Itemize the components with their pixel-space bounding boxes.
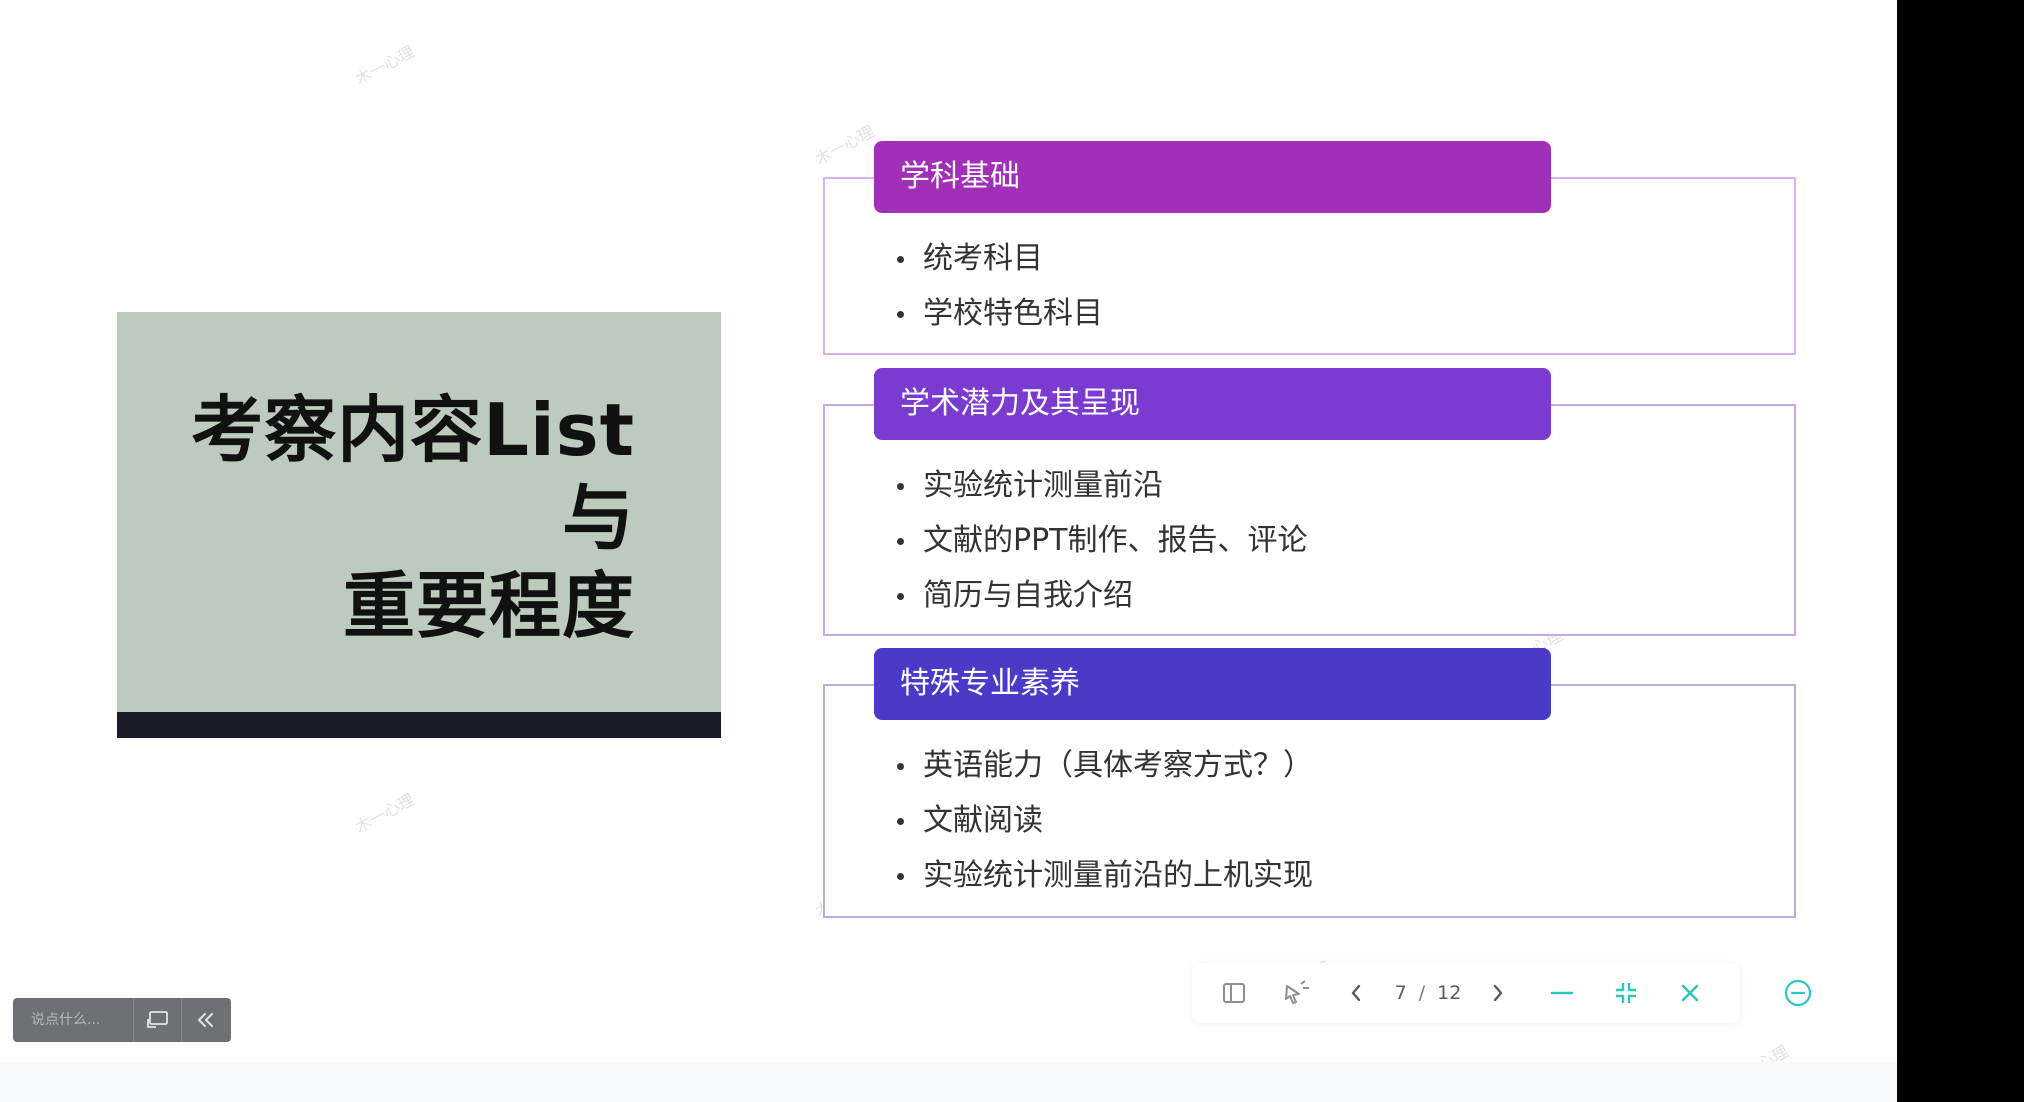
page-separator: / bbox=[1418, 982, 1426, 1004]
close-icon[interactable] bbox=[1668, 963, 1712, 1023]
current-page: 7 bbox=[1394, 982, 1407, 1004]
slide-title-line: 与 bbox=[561, 476, 635, 560]
bottom-band bbox=[0, 1062, 1897, 1102]
section-header: 学术潜力及其呈现 bbox=[874, 368, 1551, 440]
laser-pointer-icon[interactable] bbox=[1276, 963, 1320, 1023]
sidebar-panel-icon[interactable] bbox=[1212, 963, 1256, 1023]
section-header: 学科基础 bbox=[874, 141, 1551, 213]
total-pages: 12 bbox=[1437, 982, 1462, 1004]
section-academic-potential: 学术潜力及其呈现 实验统计测量前沿 文献的PPT制作、报告、评论 简历与自我介绍 bbox=[823, 368, 1796, 636]
presentation-toolbar: 7 / 12 bbox=[1192, 963, 1740, 1023]
slide-canvas: 木一心理 木一心理 木一心理 木一心理 木一心理 木一心理 木一心理 木一心理 … bbox=[0, 0, 1897, 1102]
slide-title-line: 重要程度 bbox=[342, 564, 635, 648]
list-item: 文献的PPT制作、报告、评论 bbox=[895, 513, 1308, 568]
list-item: 统考科目 bbox=[895, 231, 1103, 286]
chevron-left-icon[interactable] bbox=[1334, 963, 1378, 1023]
page-indicator: 7 / 12 bbox=[1378, 963, 1478, 1023]
chevron-right-icon[interactable] bbox=[1476, 963, 1520, 1023]
watermark: 木一心理 bbox=[351, 789, 418, 837]
section-item-list: 英语能力（具体考察方式？） 文献阅读 实验统计测量前沿的上机实现 bbox=[895, 738, 1313, 903]
more-circle-icon[interactable] bbox=[1776, 963, 1820, 1023]
section-subject-basics: 学科基础 统考科目 学校特色科目 bbox=[823, 141, 1796, 355]
title-card: 考察内容List 与 重要程度 bbox=[117, 312, 721, 738]
list-item: 英语能力（具体考察方式？） bbox=[895, 738, 1313, 793]
title-card-bar bbox=[117, 712, 721, 738]
watermark: 木一心理 bbox=[351, 41, 418, 89]
list-item: 文献阅读 bbox=[895, 793, 1313, 848]
list-item: 实验统计测量前沿的上机实现 bbox=[895, 848, 1313, 903]
slide-title: 考察内容List 与 重要程度 bbox=[191, 386, 635, 650]
collapse-double-chevron-icon[interactable] bbox=[181, 998, 229, 1042]
section-header: 特殊专业素养 bbox=[874, 648, 1551, 720]
list-item: 简历与自我介绍 bbox=[895, 568, 1308, 623]
minus-icon[interactable] bbox=[1540, 963, 1584, 1023]
screen-cast-icon[interactable] bbox=[133, 998, 181, 1042]
section-special-skills: 特殊专业素养 英语能力（具体考察方式？） 文献阅读 实验统计测量前沿的上机实现 bbox=[823, 648, 1796, 918]
list-item: 实验统计测量前沿 bbox=[895, 458, 1308, 513]
section-item-list: 统考科目 学校特色科目 bbox=[895, 231, 1103, 341]
chat-input[interactable] bbox=[13, 998, 133, 1042]
exit-fullscreen-icon[interactable] bbox=[1604, 963, 1648, 1023]
right-black-border bbox=[1897, 0, 2024, 1102]
list-item: 学校特色科目 bbox=[895, 286, 1103, 341]
slide-title-line: 考察内容List bbox=[191, 388, 635, 472]
chat-widget bbox=[13, 998, 231, 1042]
section-item-list: 实验统计测量前沿 文献的PPT制作、报告、评论 简历与自我介绍 bbox=[895, 458, 1308, 623]
